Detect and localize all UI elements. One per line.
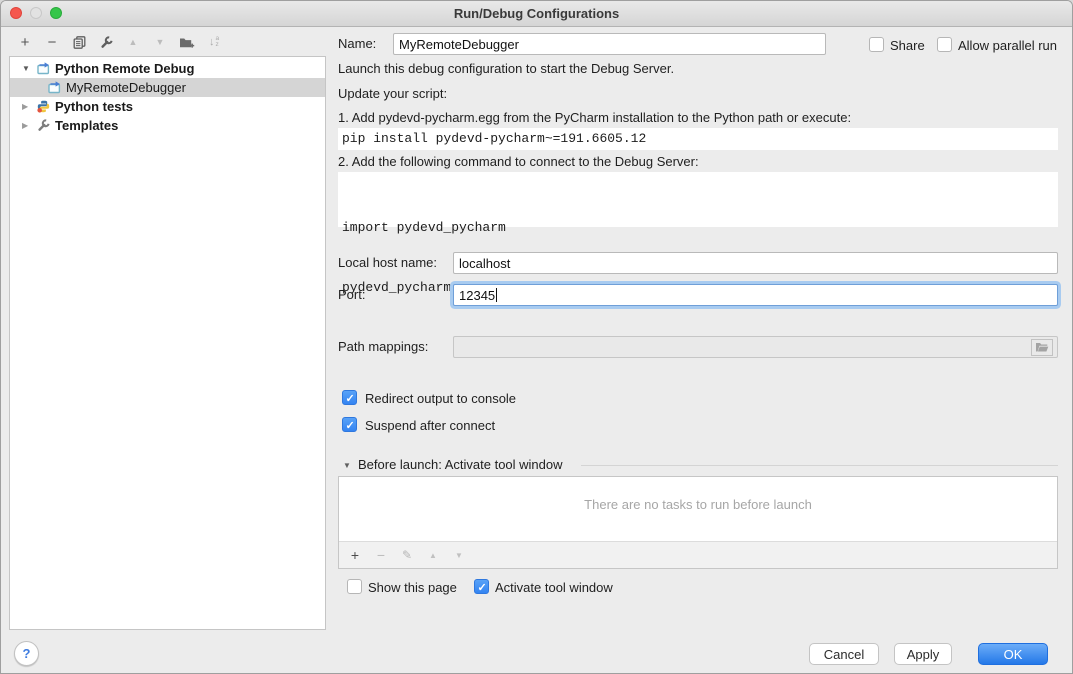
task-list-toolbar: + − ✎ ▲ ▼ (339, 541, 1057, 568)
configurations-tree: ▼ Python Remote Debug MyRemoteDebugger (9, 56, 326, 630)
remove-task-icon[interactable]: − (374, 547, 388, 563)
port-input[interactable] (453, 284, 1058, 306)
share-checkbox[interactable] (869, 37, 884, 52)
show-this-page-label: Show this page (368, 580, 457, 595)
remove-configuration-icon[interactable]: − (42, 33, 62, 51)
tree-item-python-remote-debug[interactable]: ▼ Python Remote Debug (10, 59, 325, 78)
tree-item-myremotedebugger[interactable]: MyRemoteDebugger (10, 78, 325, 97)
show-this-page-checkbox[interactable] (347, 579, 362, 594)
before-launch-collapse-icon[interactable]: ▼ (343, 461, 351, 470)
before-launch-task-list: There are no tasks to run before launch … (338, 476, 1058, 569)
window-title: Run/Debug Configurations (1, 1, 1072, 26)
titlebar: Run/Debug Configurations (1, 1, 1072, 27)
python-tests-icon (37, 100, 51, 113)
empty-task-list-text: There are no tasks to run before launch (339, 497, 1057, 512)
collapsed-caret-icon[interactable]: ▶ (22, 102, 31, 111)
settrace-code: import pydevd_pycharm pydevd_pycharm.set… (338, 172, 1058, 227)
allow-parallel-run-checkbox[interactable] (937, 37, 952, 52)
zoom-button[interactable] (50, 7, 62, 19)
collapsed-caret-icon[interactable]: ▶ (22, 121, 31, 130)
local-host-name-input[interactable] (453, 252, 1058, 274)
copy-configuration-icon[interactable] (69, 33, 89, 51)
help-button[interactable]: ? (14, 641, 39, 666)
update-script-text: Update your script: (338, 86, 447, 101)
tree-item-label: Python tests (55, 99, 133, 114)
suspend-after-connect-label: Suspend after connect (365, 418, 495, 433)
activate-tool-window-label: Activate tool window (495, 580, 613, 595)
settrace-code-line1: import pydevd_pycharm (342, 218, 1058, 238)
remote-debug-config-icon (48, 81, 62, 94)
ok-button[interactable]: OK (978, 643, 1048, 665)
run-debug-configurations-dialog: Run/Debug Configurations + − ▲ ▼ (0, 0, 1073, 674)
move-up-icon[interactable]: ▲ (123, 33, 143, 51)
edit-defaults-wrench-icon[interactable] (96, 33, 116, 51)
tree-toolbar: + − ▲ ▼ ↓ az (15, 32, 224, 52)
share-label: Share (890, 38, 925, 53)
new-folder-icon[interactable] (177, 33, 197, 51)
intro-text: Launch this debug configuration to start… (338, 61, 674, 76)
browse-path-mappings-button[interactable] (1031, 339, 1053, 356)
pip-install-code: pip install pydevd-pycharm~=191.6605.12 (338, 128, 1058, 150)
section-divider (581, 465, 1058, 466)
activate-tool-window-checkbox[interactable] (474, 579, 489, 594)
step1-text: 1. Add pydevd-pycharm.egg from the PyCha… (338, 110, 851, 125)
before-launch-title: Before launch: Activate tool window (358, 457, 563, 472)
step2-text: 2. Add the following command to connect … (338, 154, 699, 169)
add-task-icon[interactable]: + (348, 547, 362, 563)
redirect-output-label: Redirect output to console (365, 391, 516, 406)
close-button[interactable] (10, 7, 22, 19)
tree-item-templates[interactable]: ▶ Templates (10, 116, 325, 135)
tree-item-label: Python Remote Debug (55, 61, 194, 76)
tree-item-label: Templates (55, 118, 118, 133)
minimize-button[interactable] (30, 7, 42, 19)
path-mappings-input[interactable] (453, 336, 1058, 358)
move-down-icon[interactable]: ▼ (150, 33, 170, 51)
redirect-output-checkbox[interactable] (342, 390, 357, 405)
path-mappings-label: Path mappings: (338, 336, 428, 358)
name-input[interactable] (393, 33, 826, 55)
apply-button[interactable]: Apply (894, 643, 952, 665)
expanded-caret-icon[interactable]: ▼ (22, 64, 31, 73)
local-host-name-label: Local host name: (338, 252, 437, 274)
add-configuration-icon[interactable]: + (15, 33, 35, 51)
move-task-down-icon[interactable]: ▼ (452, 551, 466, 560)
tree-item-python-tests[interactable]: ▶ Python tests (10, 97, 325, 116)
move-task-up-icon[interactable]: ▲ (426, 551, 440, 560)
templates-wrench-icon (37, 119, 51, 132)
text-cursor (496, 288, 497, 302)
remote-debug-config-icon (37, 62, 51, 75)
port-label: Port: (338, 284, 365, 306)
tree-item-label: MyRemoteDebugger (66, 80, 186, 95)
edit-task-icon[interactable]: ✎ (400, 548, 414, 562)
name-label: Name: (338, 33, 376, 55)
allow-parallel-run-label: Allow parallel run (958, 38, 1057, 53)
folder-icon (1035, 342, 1049, 353)
suspend-after-connect-checkbox[interactable] (342, 417, 357, 432)
sort-alphabetically-icon[interactable]: ↓ az (204, 33, 224, 51)
cancel-button[interactable]: Cancel (809, 643, 879, 665)
